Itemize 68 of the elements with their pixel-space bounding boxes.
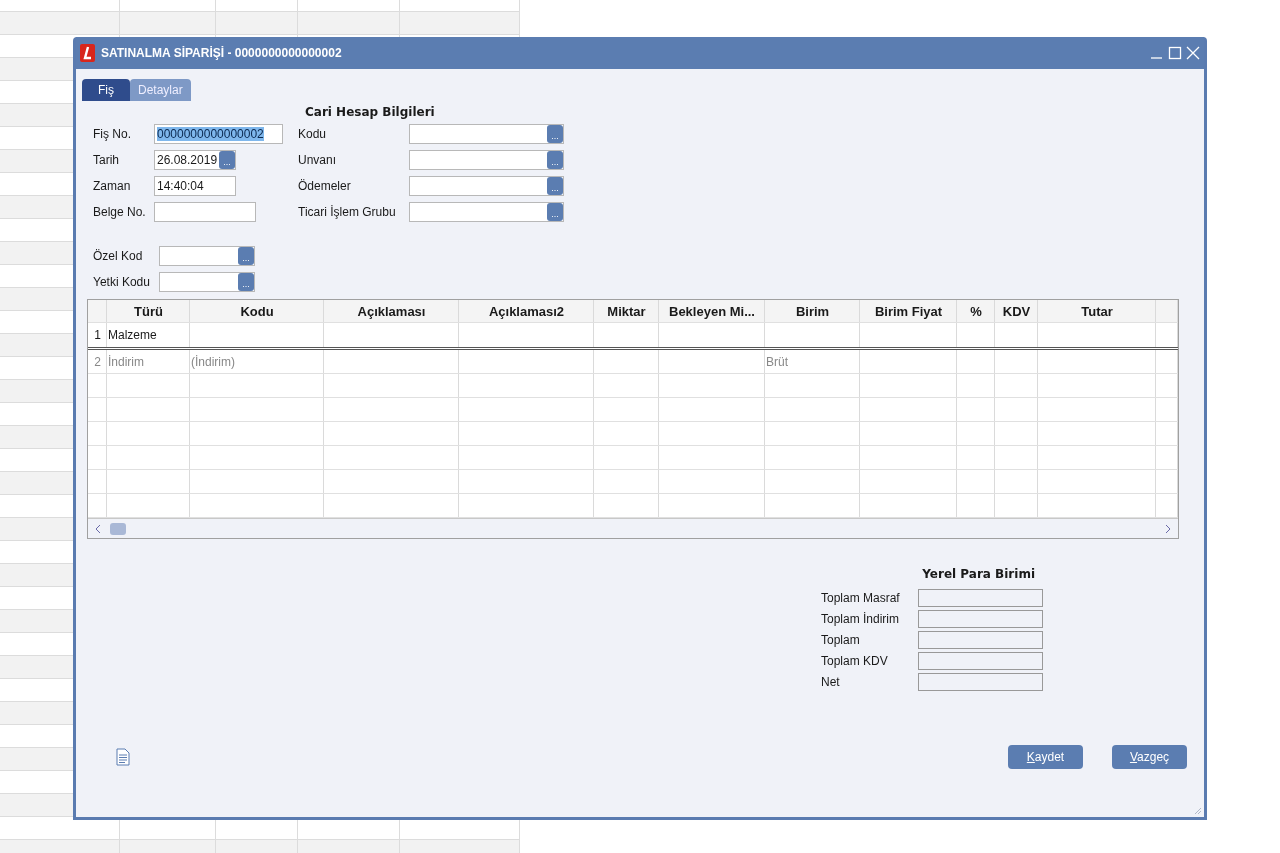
table-cell: Brüt bbox=[765, 350, 860, 373]
column-header[interactable]: Birim Fiyat bbox=[860, 300, 957, 322]
document-icon[interactable] bbox=[116, 748, 130, 766]
input-field[interactable]: ... bbox=[409, 150, 564, 170]
column-header[interactable]: Türü bbox=[107, 300, 190, 322]
field-label: Toplam KDV bbox=[821, 654, 889, 668]
input-field[interactable]: ... bbox=[159, 246, 255, 266]
column-header[interactable]: % bbox=[957, 300, 995, 322]
lookup-button[interactable]: ... bbox=[547, 203, 563, 221]
lookup-button[interactable]: ... bbox=[547, 151, 563, 169]
column-header[interactable]: Birim bbox=[765, 300, 860, 322]
scrollbar-thumb[interactable] bbox=[110, 522, 126, 535]
field-label: Ticari İşlem Grubu bbox=[298, 205, 397, 219]
field-label: Toplam Masraf bbox=[821, 591, 901, 605]
column-header[interactable]: Açıklaması2 bbox=[459, 300, 594, 322]
input-field[interactable]: ... bbox=[159, 272, 255, 292]
field-label: Toplam bbox=[821, 633, 861, 647]
column-header[interactable]: Tutar bbox=[1038, 300, 1156, 322]
field-label: Unvanı bbox=[298, 153, 338, 167]
app-logo-icon bbox=[80, 44, 95, 62]
maximize-icon[interactable] bbox=[1168, 46, 1182, 60]
column-header[interactable]: Bekleyen Mi... bbox=[659, 300, 765, 322]
lookup-button[interactable]: ... bbox=[547, 125, 563, 143]
tab[interactable]: Fiş bbox=[82, 79, 130, 101]
column-header[interactable]: Açıklaması bbox=[324, 300, 459, 322]
table-cell: İndirim bbox=[107, 350, 190, 373]
field-label: Belge No. bbox=[93, 205, 147, 219]
input-field[interactable]: 26.08.2019 ... bbox=[154, 150, 236, 170]
action-button[interactable]: Kaydet bbox=[1008, 745, 1083, 769]
column-header[interactable]: KDV bbox=[995, 300, 1038, 322]
lookup-button[interactable]: ... bbox=[238, 247, 254, 265]
field-label: Net bbox=[821, 675, 841, 689]
field-label: Kodu bbox=[298, 127, 328, 141]
lookup-button[interactable]: ... bbox=[547, 177, 563, 195]
lookup-button[interactable]: ... bbox=[219, 151, 235, 169]
input-field[interactable] bbox=[918, 589, 1043, 607]
input-field[interactable]: ... bbox=[409, 176, 564, 196]
action-button[interactable]: Vazgeç bbox=[1112, 745, 1187, 769]
window-title: SATINALMA SİPARİŞİ - 0000000000000002 bbox=[101, 46, 343, 60]
input-field[interactable]: 0000000000000002 bbox=[154, 124, 283, 144]
field-label: Yetki Kodu bbox=[93, 275, 151, 289]
input-field[interactable] bbox=[154, 202, 256, 222]
input-field[interactable]: ... bbox=[409, 124, 564, 144]
input-field[interactable]: 14:40:04 bbox=[154, 176, 236, 196]
field-label: Toplam İndirim bbox=[821, 612, 901, 626]
table-cell: (İndirim) bbox=[190, 350, 324, 373]
close-icon[interactable] bbox=[1186, 46, 1200, 60]
column-header[interactable]: Kodu bbox=[190, 300, 324, 322]
field-label: Ödemeler bbox=[298, 179, 352, 193]
lookup-button[interactable]: ... bbox=[238, 273, 254, 291]
input-field[interactable] bbox=[918, 652, 1043, 670]
section-title: Cari Hesap Bilgileri bbox=[305, 105, 436, 119]
row-number: 1 bbox=[88, 323, 107, 347]
table-cell: Malzeme bbox=[107, 323, 190, 347]
resize-grip-icon[interactable] bbox=[1192, 805, 1202, 815]
field-label: Özel Kod bbox=[93, 249, 144, 263]
row-number: 2 bbox=[88, 350, 107, 373]
field-label: Zaman bbox=[93, 179, 132, 193]
input-field[interactable] bbox=[918, 673, 1043, 691]
input-field[interactable]: ... bbox=[409, 202, 564, 222]
section-title: Yerel Para Birimi bbox=[921, 567, 1035, 581]
column-header[interactable]: Miktar bbox=[594, 300, 659, 322]
field-label: Fiş No. bbox=[93, 127, 132, 141]
horizontal-scrollbar[interactable] bbox=[88, 518, 1178, 538]
input-field[interactable] bbox=[918, 631, 1043, 649]
tab[interactable]: Detaylar bbox=[130, 79, 191, 101]
field-label: Tarih bbox=[93, 153, 120, 167]
input-field[interactable] bbox=[918, 610, 1043, 628]
